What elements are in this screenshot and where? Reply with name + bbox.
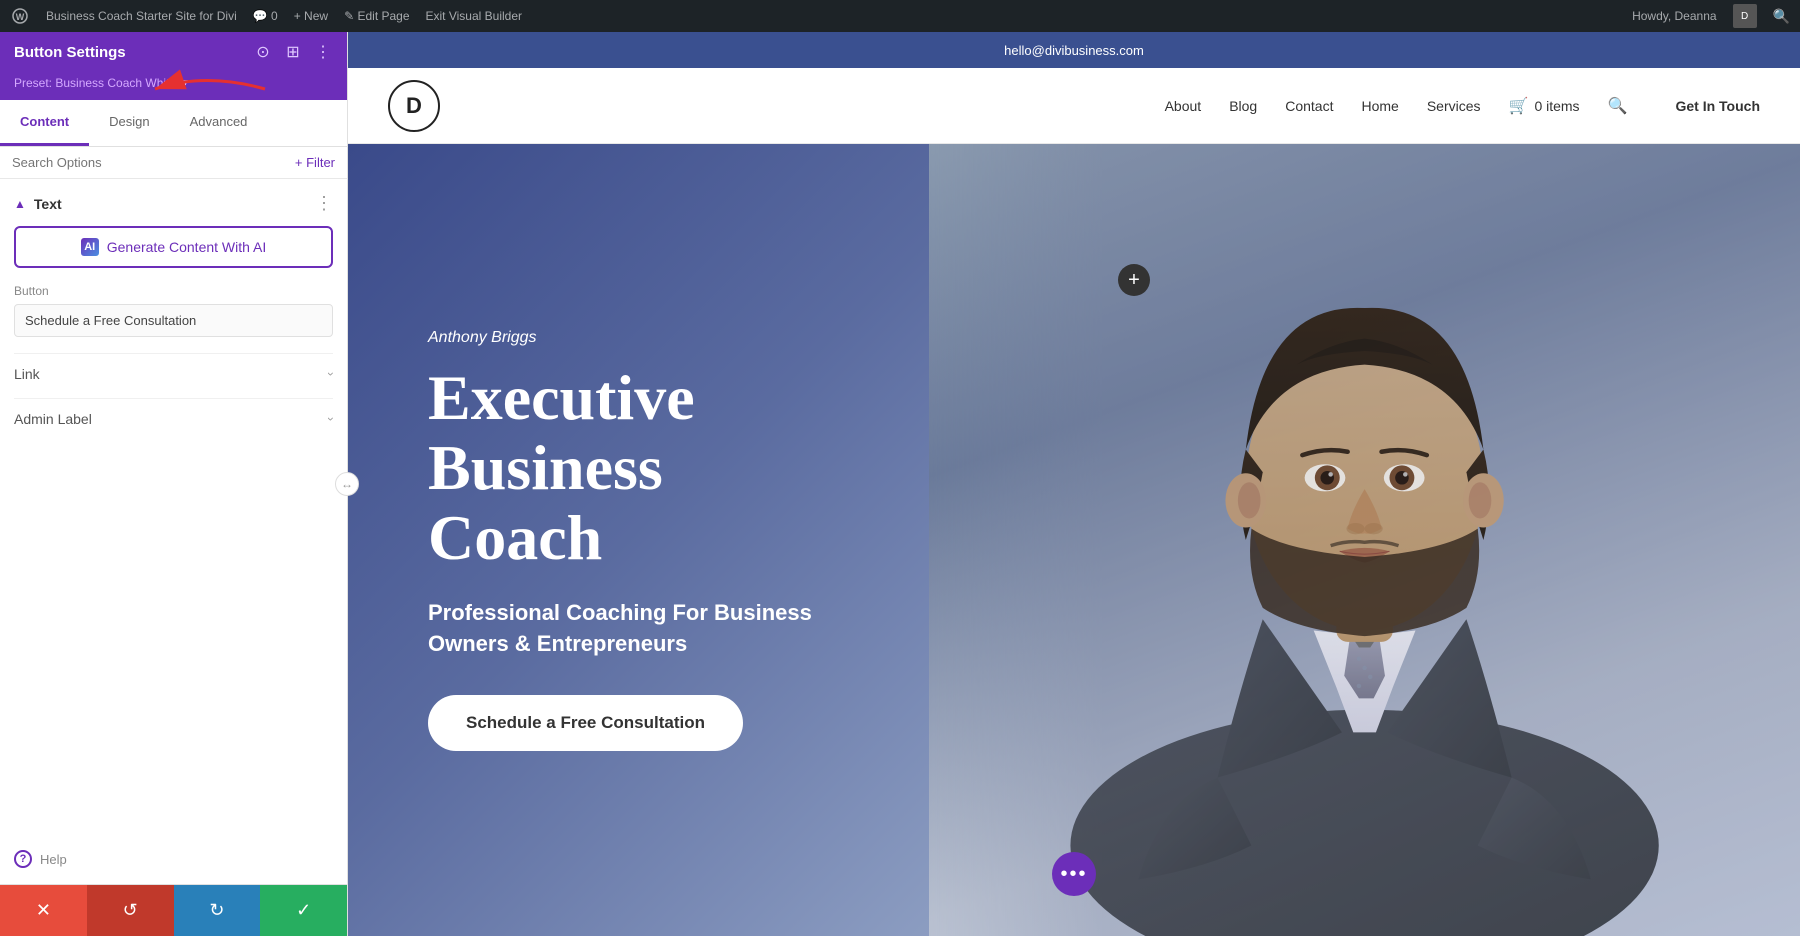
cancel-button[interactable]: ✕ <box>0 885 87 936</box>
link-section-title: Link <box>14 366 40 382</box>
redo-button[interactable]: ↻ <box>174 885 261 936</box>
wp-admin-bar: W Business Coach Starter Site for Divi 💬… <box>0 0 1800 32</box>
admin-label-section-header[interactable]: Admin Label › <box>14 411 333 427</box>
hero-section: + Anthony Briggs Executive Business Coac… <box>348 144 1800 936</box>
main-layout: Button Settings ⊙ ⊞ ⋮ Preset: Business C… <box>0 32 1800 936</box>
hero-content: Anthony Briggs Executive Business Coach … <box>348 269 948 812</box>
nav-services[interactable]: Services <box>1427 98 1481 114</box>
preset-label: Preset: Business Coach White <box>14 76 176 90</box>
admin-new-btn[interactable]: + New <box>294 9 328 23</box>
admin-label-section-title: Admin Label <box>14 411 92 427</box>
search-bar: + Filter <box>0 147 347 179</box>
admin-edit-page[interactable]: ✎ Edit Page <box>344 9 409 23</box>
link-section-chevron-icon[interactable]: › <box>324 372 338 376</box>
admin-site-name[interactable]: Business Coach Starter Site for Divi <box>46 9 237 23</box>
save-button[interactable]: ✓ <box>260 885 347 936</box>
resize-handle[interactable]: ↔ <box>335 472 359 496</box>
site-nav: About Blog Contact Home Services 🛒 0 ite… <box>1165 96 1760 116</box>
get-in-touch-link[interactable]: Get In Touch <box>1675 98 1760 114</box>
hero-cta-button[interactable]: Schedule a Free Consultation <box>428 695 743 751</box>
bottom-bar: ✕ ↺ ↻ ✓ <box>0 884 347 936</box>
columns-icon[interactable]: ⊞ <box>283 42 303 62</box>
more-options-icon[interactable]: ⋮ <box>313 42 333 62</box>
link-section-header[interactable]: Link › <box>14 366 333 382</box>
button-field-label: Button <box>14 284 333 298</box>
tab-design[interactable]: Design <box>89 100 169 146</box>
site-top-bar: hello@divibusiness.com <box>348 32 1800 68</box>
nav-about[interactable]: About <box>1165 98 1202 114</box>
filter-button[interactable]: + Filter <box>295 155 335 170</box>
panel-title: Button Settings <box>14 44 126 61</box>
site-email-link[interactable]: hello@divibusiness.com <box>1004 43 1144 58</box>
text-section-header: ▲ Text ⋮ <box>14 193 333 214</box>
ai-generate-button[interactable]: AI Generate Content With AI <box>14 226 333 268</box>
website-preview: hello@divibusiness.com D About Blog Cont… <box>348 32 1800 936</box>
admin-howdy: Howdy, Deanna <box>1632 9 1717 23</box>
hero-portrait-bg <box>929 144 1800 936</box>
search-input[interactable] <box>12 155 287 170</box>
cart-count: 0 items <box>1534 98 1579 114</box>
tab-content[interactable]: Content <box>0 100 89 146</box>
left-panel: Button Settings ⊙ ⊞ ⋮ Preset: Business C… <box>0 32 348 936</box>
button-section: Button <box>14 284 333 337</box>
hero-title: Executive Business Coach <box>428 363 868 574</box>
add-element-button[interactable]: + <box>1118 264 1150 296</box>
purple-menu-button[interactable]: ••• <box>1052 852 1096 896</box>
ai-icon: AI <box>81 238 99 256</box>
admin-label-section: Admin Label › <box>14 398 333 427</box>
preset-chevron-icon[interactable]: ▼ <box>180 78 190 89</box>
cart-icon: 🛒 <box>1509 96 1529 116</box>
nav-contact[interactable]: Contact <box>1285 98 1333 114</box>
cart-area[interactable]: 🛒 0 items <box>1509 96 1580 116</box>
admin-label-chevron-icon[interactable]: › <box>324 417 338 421</box>
hero-subtitle: Professional Coaching For Business Owner… <box>428 598 868 660</box>
tab-advanced[interactable]: Advanced <box>170 100 268 146</box>
nav-home[interactable]: Home <box>1361 98 1398 114</box>
text-section-chevron-icon[interactable]: ▲ <box>14 197 26 211</box>
admin-avatar[interactable]: D <box>1733 4 1757 28</box>
site-header: D About Blog Contact Home Services 🛒 0 i… <box>348 68 1800 144</box>
admin-search-icon[interactable]: 🔍 <box>1773 8 1790 25</box>
help-label: Help <box>40 852 67 867</box>
help-icon: ? <box>14 850 32 868</box>
admin-exit-builder[interactable]: Exit Visual Builder <box>426 9 523 23</box>
panel-header: Button Settings ⊙ ⊞ ⋮ <box>0 32 347 72</box>
hero-author: Anthony Briggs <box>428 329 868 347</box>
link-section: Link › <box>14 353 333 382</box>
help-section[interactable]: ? Help <box>0 834 347 884</box>
button-text-input[interactable] <box>14 304 333 337</box>
site-logo: D <box>388 80 440 132</box>
panel-preset-bar: Preset: Business Coach White ▼ <box>0 72 347 100</box>
nav-blog[interactable]: Blog <box>1229 98 1257 114</box>
panel-content: ▲ Text ⋮ AI Generate Content With AI But… <box>0 179 347 834</box>
search-nav-icon[interactable]: 🔍 <box>1608 96 1628 116</box>
wp-logo-icon[interactable]: W <box>10 6 30 26</box>
svg-text:W: W <box>16 12 25 22</box>
panel-header-icons: ⊙ ⊞ ⋮ <box>253 42 333 62</box>
tab-bar: Content Design Advanced <box>0 100 347 147</box>
settings-icon[interactable]: ⊙ <box>253 42 273 62</box>
text-section-title: ▲ Text <box>14 196 62 212</box>
undo-button[interactable]: ↺ <box>87 885 174 936</box>
admin-comments[interactable]: 💬 0 <box>253 9 278 23</box>
text-section-more-icon[interactable]: ⋮ <box>315 193 333 214</box>
